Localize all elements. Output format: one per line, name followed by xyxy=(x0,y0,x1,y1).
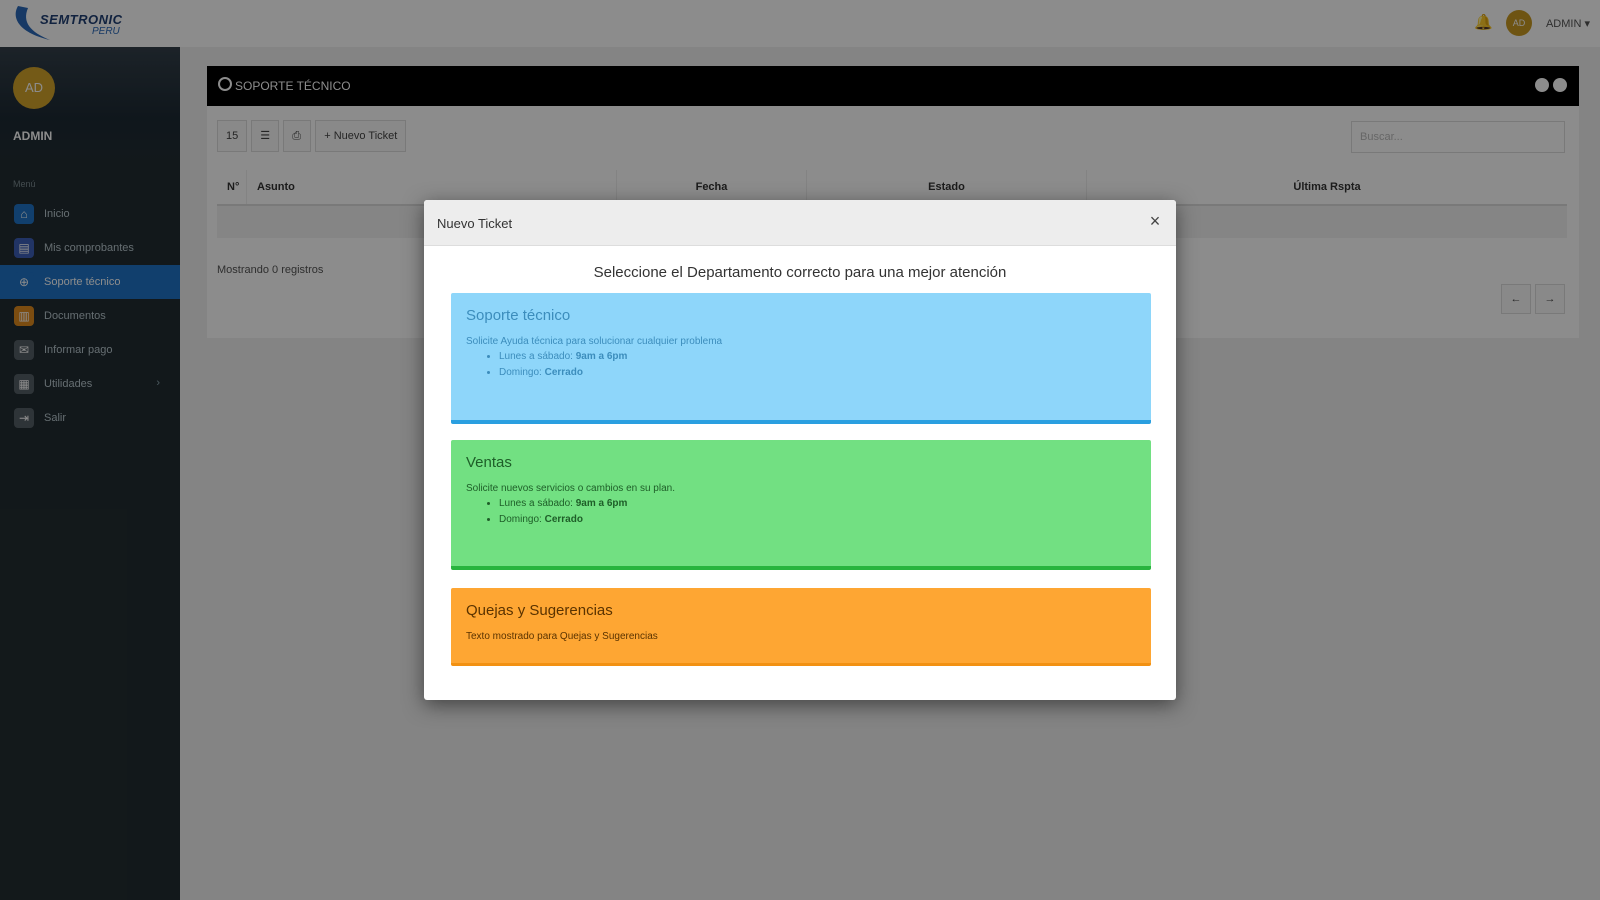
department-description: Solicite Ayuda técnica para solucionar c… xyxy=(466,336,723,347)
department-description: Solicite nuevos servicios o cambios en s… xyxy=(466,483,675,494)
schedule-item: Domingo: Cerrado xyxy=(499,367,1136,378)
department-schedule: Lunes a sábado: 9am a 6pm Domingo: Cerra… xyxy=(466,351,1136,378)
department-ventas-card[interactable]: Ventas Solicite nuevos servicios o cambi… xyxy=(451,440,1151,570)
schedule-item: Lunes a sábado: 9am a 6pm xyxy=(499,351,1136,362)
department-description: Texto mostrado para Quejas y Sugerencias xyxy=(466,631,658,642)
schedule-item: Lunes a sábado: 9am a 6pm xyxy=(499,498,1136,509)
modal-lead-text: Seleccione el Departamento correcto para… xyxy=(593,264,1007,281)
department-schedule: Lunes a sábado: 9am a 6pm Domingo: Cerra… xyxy=(466,498,1136,525)
department-title: Soporte técnico xyxy=(466,307,571,324)
schedule-item: Domingo: Cerrado xyxy=(499,514,1136,525)
modal-header: Nuevo Ticket × xyxy=(424,200,1176,246)
department-title: Ventas xyxy=(466,454,512,471)
department-soporte-card[interactable]: Soporte técnico Solicite Ayuda técnica p… xyxy=(451,293,1151,424)
department-title: Quejas y Sugerencias xyxy=(466,602,613,619)
close-icon[interactable]: × xyxy=(1144,210,1166,232)
department-quejas-card[interactable]: Quejas y Sugerencias Texto mostrado para… xyxy=(451,588,1151,666)
modal-title: Nuevo Ticket xyxy=(437,216,513,231)
new-ticket-modal: Nuevo Ticket × Seleccione el Departament… xyxy=(424,200,1176,700)
